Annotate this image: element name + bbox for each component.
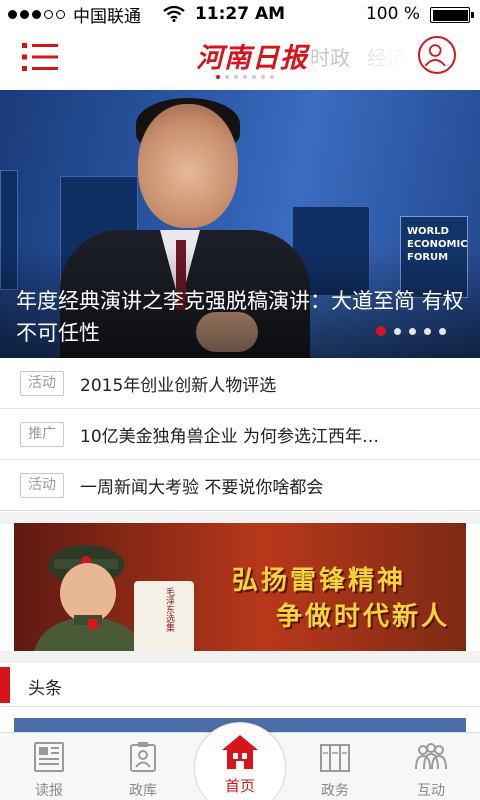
list-item[interactable]: 活动 一周新闻大考验 不要说你啥都会 <box>0 460 480 511</box>
speaker-photo <box>138 104 238 228</box>
signal-strength-icon <box>8 9 65 19</box>
channel-fade <box>360 28 410 88</box>
carrier-name: 中国联通 <box>73 6 141 27</box>
section-header: 头条 <box>0 663 480 707</box>
wifi-icon <box>163 6 185 22</box>
list-item-title: 10亿美金独角兽企业 为何参选江西年… <box>80 426 380 447</box>
hero-carousel[interactable]: WORLD ECONOMIC FORUM 年度经典演讲之李克强脱稿演讲：大道至简… <box>0 90 480 358</box>
battery-percent: 100 % <box>365 4 420 24</box>
top-nav: 河南日报 时政 经济 <box>0 28 480 88</box>
user-avatar-icon[interactable] <box>418 36 456 74</box>
tab-home-label: 首页 <box>224 777 255 795</box>
people-icon <box>415 743 447 770</box>
banner-slogan-line1: 弘扬雷锋精神 <box>232 566 407 596</box>
section-accent-bar <box>0 667 10 703</box>
app-logo[interactable]: 河南日报 <box>196 36 308 75</box>
tab-interaction[interactable]: 互动 <box>396 733 466 800</box>
banner-slogan-line2: 争做时代新人 <box>276 602 451 632</box>
documents-icon <box>320 744 350 772</box>
category-badge: 活动 <box>20 472 64 498</box>
tab-politics-library[interactable]: 政库 <box>108 733 178 800</box>
tab-read-paper[interactable]: 读报 <box>14 733 84 800</box>
book-title: 毛泽东选集 <box>164 587 174 632</box>
list-item[interactable]: 活动 2015年创业创新人物评选 <box>0 358 480 409</box>
list-item-title: 2015年创业创新人物评选 <box>80 375 277 396</box>
home-icon <box>222 735 258 769</box>
list-item[interactable]: 推广 10亿美金独角兽企业 为何参选江西年… <box>0 409 480 460</box>
carousel-indicator <box>376 326 446 336</box>
menu-icon[interactable] <box>22 40 60 74</box>
tab-label: 政务 <box>321 783 349 799</box>
hero-headline[interactable]: 年度经典演讲之李克强脱稿演讲：大道至简 有权不可任性 <box>16 285 476 349</box>
channel-tab-politics[interactable]: 时政 <box>310 42 350 71</box>
section-title: 头条 <box>28 679 62 699</box>
battery-icon <box>430 7 474 23</box>
tab-label: 政库 <box>129 783 157 799</box>
channel-page-indicator <box>216 75 274 79</box>
status-bar: 中国联通 11:27 AM 100 % <box>0 0 480 28</box>
list-item-title: 一周新闻大考验 不要说你啥都会 <box>80 477 324 498</box>
category-badge: 推广 <box>20 421 64 447</box>
newspaper-icon <box>34 742 64 772</box>
book-prop: 毛泽东选集 <box>134 581 194 651</box>
section-divider <box>0 651 480 663</box>
tab-label: 互动 <box>417 783 445 799</box>
promo-banner[interactable]: 毛泽东选集 弘扬雷锋精神 争做时代新人 <box>14 523 466 651</box>
tab-label: 读报 <box>35 783 63 799</box>
id-badge-icon <box>130 742 156 772</box>
category-badge: 活动 <box>20 370 64 396</box>
tab-government-affairs[interactable]: 政务 <box>300 733 370 800</box>
news-list: 活动 2015年创业创新人物评选 推广 10亿美金独角兽企业 为何参选江西年… … <box>0 358 480 511</box>
